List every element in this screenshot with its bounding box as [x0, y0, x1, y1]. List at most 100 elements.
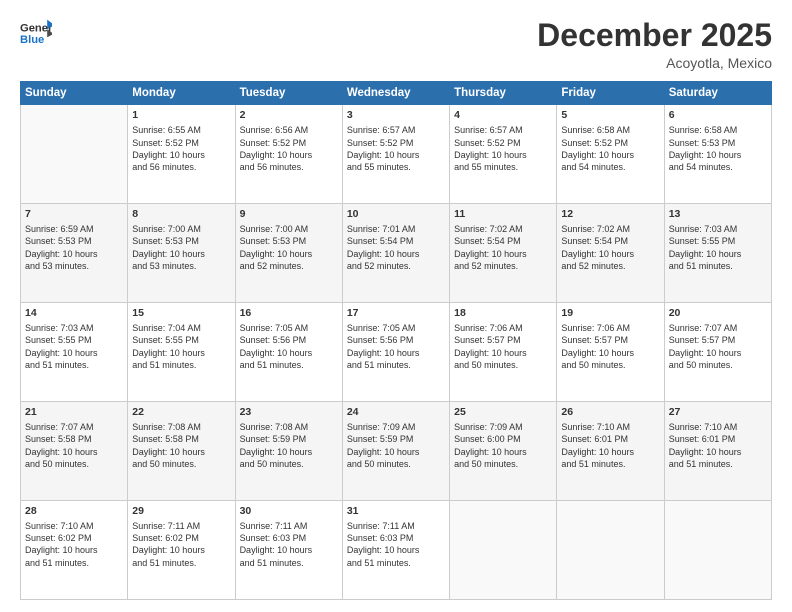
- cell-info-line: Sunset: 6:03 PM: [347, 532, 445, 544]
- day-number: 6: [669, 108, 767, 122]
- cell-info-line: Daylight: 10 hours: [25, 248, 123, 260]
- cell-info-line: Sunset: 5:57 PM: [669, 334, 767, 346]
- calendar-cell: 14Sunrise: 7:03 AMSunset: 5:55 PMDayligh…: [21, 303, 128, 402]
- cell-info-line: and 50 minutes.: [132, 458, 230, 470]
- cell-info-line: Sunrise: 7:10 AM: [561, 421, 659, 433]
- day-number: 2: [240, 108, 338, 122]
- cell-info-line: Sunrise: 7:09 AM: [454, 421, 552, 433]
- cell-info-line: Daylight: 10 hours: [240, 347, 338, 359]
- day-number: 16: [240, 306, 338, 320]
- cell-info-line: Daylight: 10 hours: [454, 347, 552, 359]
- day-number: 31: [347, 504, 445, 518]
- cell-info-line: and 50 minutes.: [561, 359, 659, 371]
- calendar-cell: 5Sunrise: 6:58 AMSunset: 5:52 PMDaylight…: [557, 105, 664, 204]
- cell-info-line: and 50 minutes.: [347, 458, 445, 470]
- day-number: 9: [240, 207, 338, 221]
- calendar-cell: 26Sunrise: 7:10 AMSunset: 6:01 PMDayligh…: [557, 402, 664, 501]
- cell-info-line: and 56 minutes.: [132, 161, 230, 173]
- day-header-friday: Friday: [557, 82, 664, 105]
- cell-info-line: Sunrise: 7:02 AM: [561, 223, 659, 235]
- location-subtitle: Acoyotla, Mexico: [537, 55, 772, 71]
- cell-info-line: Sunset: 5:57 PM: [454, 334, 552, 346]
- calendar-cell: 28Sunrise: 7:10 AMSunset: 6:02 PMDayligh…: [21, 501, 128, 600]
- calendar-cell: 18Sunrise: 7:06 AMSunset: 5:57 PMDayligh…: [450, 303, 557, 402]
- cell-info-line: Daylight: 10 hours: [132, 446, 230, 458]
- day-header-saturday: Saturday: [664, 82, 771, 105]
- cell-info-line: Sunset: 5:57 PM: [561, 334, 659, 346]
- cell-info-line: Sunset: 6:00 PM: [454, 433, 552, 445]
- cell-info-line: Sunrise: 7:08 AM: [132, 421, 230, 433]
- day-number: 19: [561, 306, 659, 320]
- cell-info-line: Daylight: 10 hours: [347, 446, 445, 458]
- cell-info-line: Sunset: 6:02 PM: [132, 532, 230, 544]
- cell-info-line: Daylight: 10 hours: [669, 248, 767, 260]
- calendar-cell: 20Sunrise: 7:07 AMSunset: 5:57 PMDayligh…: [664, 303, 771, 402]
- cell-info-line: Daylight: 10 hours: [240, 446, 338, 458]
- cell-info-line: Daylight: 10 hours: [25, 446, 123, 458]
- cell-info-line: Daylight: 10 hours: [561, 149, 659, 161]
- cell-info-line: Sunrise: 7:05 AM: [347, 322, 445, 334]
- cell-info-line: Sunset: 6:01 PM: [561, 433, 659, 445]
- day-number: 8: [132, 207, 230, 221]
- page: General Blue December 2025 Acoyotla, Mex…: [0, 0, 792, 612]
- day-number: 11: [454, 207, 552, 221]
- day-number: 25: [454, 405, 552, 419]
- calendar-week-row: 1Sunrise: 6:55 AMSunset: 5:52 PMDaylight…: [21, 105, 772, 204]
- cell-info-line: Daylight: 10 hours: [669, 446, 767, 458]
- cell-info-line: Sunrise: 7:08 AM: [240, 421, 338, 433]
- calendar-cell: [664, 501, 771, 600]
- cell-info-line: Sunset: 5:58 PM: [132, 433, 230, 445]
- cell-info-line: Daylight: 10 hours: [240, 544, 338, 556]
- cell-info-line: and 50 minutes.: [454, 359, 552, 371]
- cell-info-line: Daylight: 10 hours: [669, 347, 767, 359]
- cell-info-line: Sunrise: 6:57 AM: [454, 124, 552, 136]
- cell-info-line: Sunrise: 7:00 AM: [132, 223, 230, 235]
- cell-info-line: and 55 minutes.: [454, 161, 552, 173]
- cell-info-line: Sunrise: 6:58 AM: [561, 124, 659, 136]
- logo-bird-icon: General Blue: [20, 18, 52, 50]
- cell-info-line: and 51 minutes.: [132, 557, 230, 569]
- day-number: 13: [669, 207, 767, 221]
- cell-info-line: and 53 minutes.: [25, 260, 123, 272]
- cell-info-line: Daylight: 10 hours: [132, 149, 230, 161]
- cell-info-line: and 50 minutes.: [669, 359, 767, 371]
- calendar-cell: 1Sunrise: 6:55 AMSunset: 5:52 PMDaylight…: [128, 105, 235, 204]
- cell-info-line: Sunset: 5:56 PM: [240, 334, 338, 346]
- cell-info-line: and 51 minutes.: [240, 359, 338, 371]
- day-header-wednesday: Wednesday: [342, 82, 449, 105]
- cell-info-line: Sunrise: 6:56 AM: [240, 124, 338, 136]
- day-number: 10: [347, 207, 445, 221]
- logo-text-block: General Blue: [20, 18, 52, 50]
- cell-info-line: Sunrise: 7:09 AM: [347, 421, 445, 433]
- cell-info-line: Sunset: 6:01 PM: [669, 433, 767, 445]
- cell-info-line: Sunrise: 7:07 AM: [669, 322, 767, 334]
- day-header-thursday: Thursday: [450, 82, 557, 105]
- cell-info-line: Daylight: 10 hours: [132, 347, 230, 359]
- cell-info-line: Sunset: 5:54 PM: [561, 235, 659, 247]
- calendar-cell: 23Sunrise: 7:08 AMSunset: 5:59 PMDayligh…: [235, 402, 342, 501]
- calendar-cell: 12Sunrise: 7:02 AMSunset: 5:54 PMDayligh…: [557, 204, 664, 303]
- cell-info-line: and 51 minutes.: [669, 260, 767, 272]
- day-number: 1: [132, 108, 230, 122]
- cell-info-line: Sunrise: 6:58 AM: [669, 124, 767, 136]
- cell-info-line: Daylight: 10 hours: [240, 149, 338, 161]
- day-number: 18: [454, 306, 552, 320]
- cell-info-line: Daylight: 10 hours: [132, 544, 230, 556]
- cell-info-line: Sunrise: 6:59 AM: [25, 223, 123, 235]
- cell-info-line: Daylight: 10 hours: [454, 446, 552, 458]
- day-header-sunday: Sunday: [21, 82, 128, 105]
- cell-info-line: Sunrise: 6:55 AM: [132, 124, 230, 136]
- month-title: December 2025: [537, 18, 772, 53]
- cell-info-line: Daylight: 10 hours: [669, 149, 767, 161]
- calendar-cell: 27Sunrise: 7:10 AMSunset: 6:01 PMDayligh…: [664, 402, 771, 501]
- calendar-cell: 6Sunrise: 6:58 AMSunset: 5:53 PMDaylight…: [664, 105, 771, 204]
- cell-info-line: Daylight: 10 hours: [347, 149, 445, 161]
- logo: General Blue: [20, 18, 52, 50]
- cell-info-line: and 50 minutes.: [240, 458, 338, 470]
- calendar-cell: 3Sunrise: 6:57 AMSunset: 5:52 PMDaylight…: [342, 105, 449, 204]
- cell-info-line: Sunset: 5:52 PM: [454, 137, 552, 149]
- cell-info-line: Sunset: 5:55 PM: [669, 235, 767, 247]
- cell-info-line: Daylight: 10 hours: [454, 149, 552, 161]
- cell-info-line: Sunrise: 7:10 AM: [25, 520, 123, 532]
- cell-info-line: Sunset: 5:59 PM: [347, 433, 445, 445]
